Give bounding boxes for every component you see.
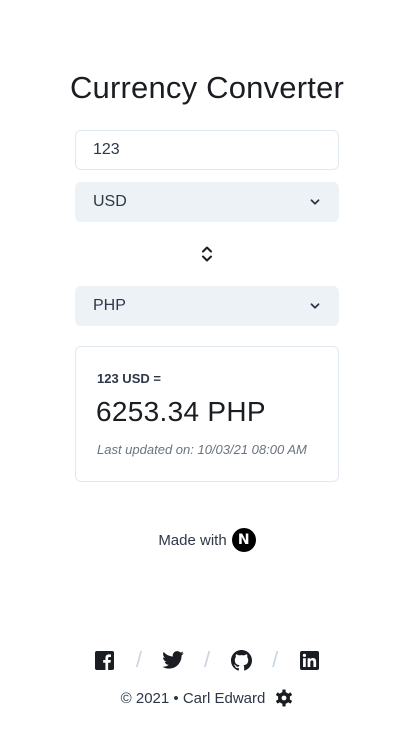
separator: / <box>203 647 211 672</box>
social-links: / / / <box>0 648 414 672</box>
from-currency-value: USD <box>93 193 127 210</box>
linkedin-link[interactable] <box>297 648 321 672</box>
page-title: Currency Converter <box>69 70 345 105</box>
github-icon <box>230 649 252 670</box>
result-converted-amount: 6253.34 PHP <box>96 396 266 427</box>
made-with-label: Made with <box>158 531 227 549</box>
separator: / <box>135 647 142 672</box>
to-currency-value: PHP <box>93 297 126 314</box>
result-card: 123 USD = 6253.34 PHP Last updated on: 1… <box>75 346 339 482</box>
linkedin-icon <box>299 650 319 670</box>
facebook-icon <box>95 650 115 670</box>
settings-button[interactable] <box>275 689 293 707</box>
chevron-down-icon <box>310 303 320 309</box>
separator: / <box>272 647 279 672</box>
twitter-link[interactable] <box>161 648 185 672</box>
twitter-icon <box>162 651 184 669</box>
amount-input[interactable] <box>75 130 339 170</box>
swap-currencies-button[interactable] <box>197 244 217 264</box>
nextjs-logo-icon: N <box>231 528 256 552</box>
to-currency-select[interactable]: PHP <box>75 286 339 326</box>
last-updated-text: Last updated on: 10/03/21 08:00 AM <box>97 442 307 457</box>
copyright-text: © 2021 • Carl Edward <box>120 689 266 707</box>
facebook-link[interactable] <box>93 648 117 672</box>
gear-icon <box>276 689 293 707</box>
github-link[interactable] <box>229 648 253 672</box>
swap-icon <box>202 246 212 262</box>
result-from-amount: 123 USD = <box>97 371 161 386</box>
footer: © 2021 • Carl Edward <box>0 689 414 707</box>
made-with: Made with N <box>0 528 414 552</box>
chevron-down-icon <box>310 199 320 205</box>
from-currency-select[interactable]: USD <box>75 182 339 222</box>
